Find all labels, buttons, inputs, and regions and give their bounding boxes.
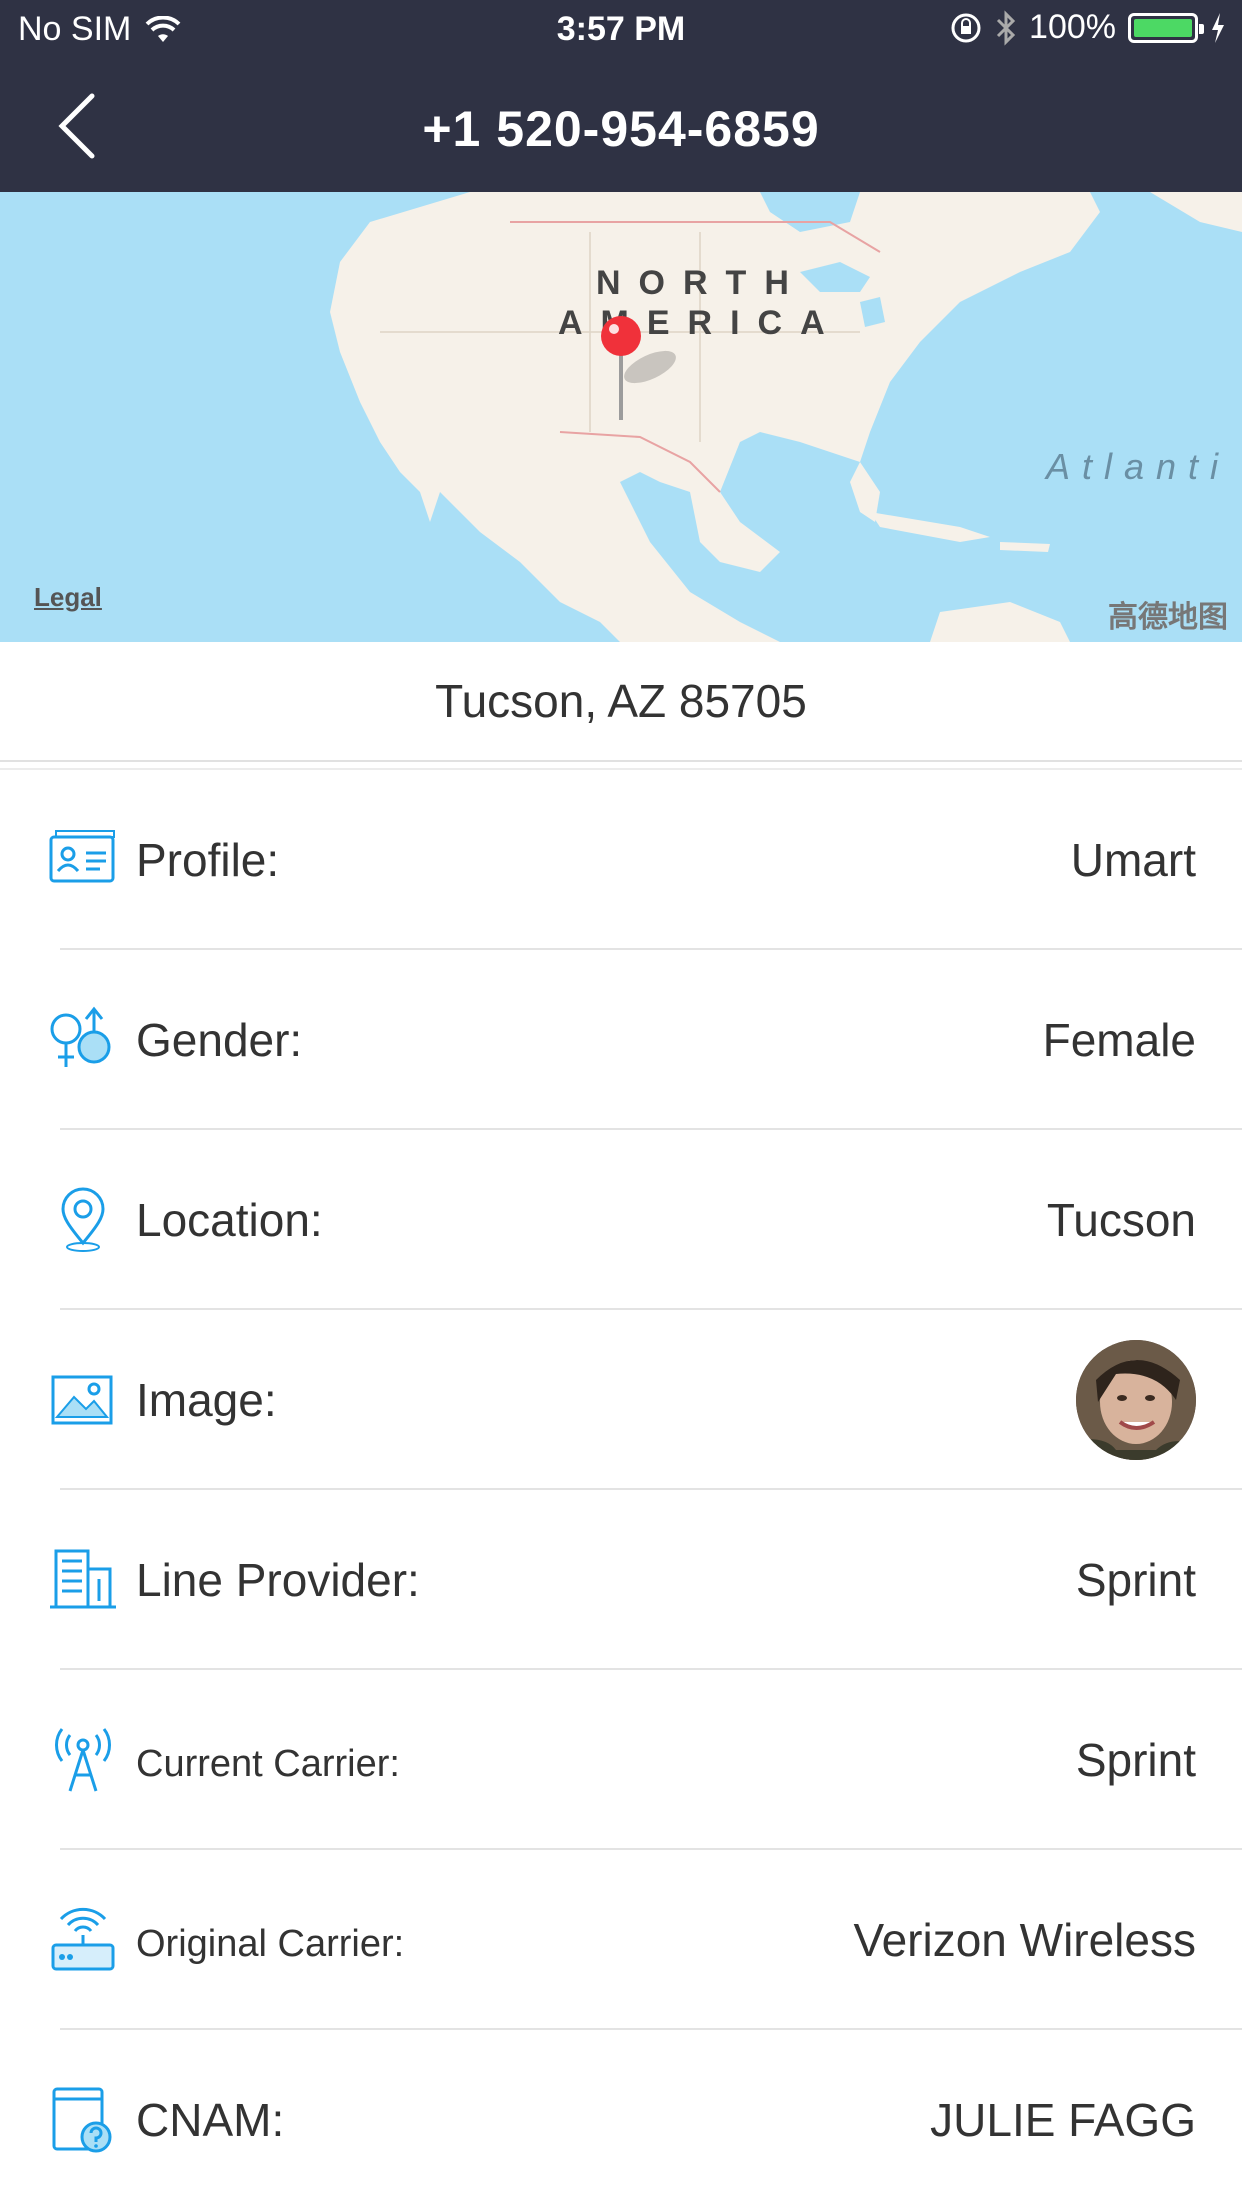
row-value: Sprint	[1075, 1554, 1196, 1606]
avatar-photo	[1076, 1340, 1196, 1460]
map-view[interactable]: NORTH AMERICA Atlanti Legal 高德地图	[0, 192, 1242, 642]
status-right: 100%	[949, 8, 1226, 47]
row-label: Line Provider:	[136, 1554, 420, 1606]
row-label: Location:	[136, 1194, 323, 1246]
row-value: JULIE FAGG	[930, 2094, 1196, 2146]
antenna-tower-icon	[55, 1728, 111, 1792]
row-label: Gender:	[136, 1014, 303, 1066]
info-list: Profile: Umart Gender: Female Location: …	[0, 770, 1242, 2208]
battery-percent: 100%	[1029, 8, 1116, 46]
caller-id-icon	[52, 2087, 112, 2153]
bluetooth-icon	[996, 9, 1016, 46]
row-location[interactable]: Location: Tucson	[0, 1130, 1242, 1310]
map-legal-link[interactable]: Legal	[34, 582, 102, 613]
map-provider-logo: 高德地图	[1108, 601, 1228, 634]
building-icon	[50, 1549, 116, 1609]
row-value: Verizon Wireless	[853, 1914, 1196, 1966]
row-cnam[interactable]: CNAM: JULIE FAGG	[0, 2030, 1242, 2208]
orientation-lock-icon	[951, 13, 981, 42]
nav-bar: +1 520-954-6859	[0, 60, 1242, 192]
map-label-continent-line1: NORTH	[596, 264, 807, 302]
gender-icon	[50, 1006, 111, 1067]
page-title: +1 520-954-6859	[422, 101, 820, 157]
row-value: Sprint	[1075, 1734, 1196, 1786]
row-label: Profile:	[136, 834, 280, 886]
row-current-carrier[interactable]: Current Carrier: Sprint	[0, 1670, 1242, 1850]
status-bar: No SIM 3:57 PM 100%	[0, 0, 1242, 60]
location-pin-icon	[61, 1187, 105, 1252]
profile-card-icon	[49, 830, 115, 883]
map-pin-icon[interactable]	[596, 312, 646, 422]
row-label: CNAM:	[136, 2094, 285, 2146]
row-line-provider[interactable]: Line Provider: Sprint	[0, 1490, 1242, 1670]
row-label: Image:	[136, 1374, 277, 1426]
row-gender[interactable]: Gender: Female	[0, 950, 1242, 1130]
image-icon	[51, 1375, 113, 1425]
router-icon	[51, 1907, 115, 1971]
charging-icon	[1212, 12, 1224, 43]
avatar[interactable]	[1076, 1340, 1196, 1460]
row-label: Original Carrier:	[136, 1923, 405, 1965]
row-value: Tucson	[1046, 1194, 1196, 1246]
address-text: Tucson, AZ 85705	[0, 642, 1242, 762]
row-label: Current Carrier:	[136, 1743, 400, 1785]
map-label-ocean: Atlanti	[1046, 446, 1231, 487]
row-value: Umart	[1070, 834, 1196, 886]
row-image[interactable]: Image:	[0, 1310, 1242, 1490]
battery-icon	[1128, 12, 1204, 43]
row-profile[interactable]: Profile: Umart	[0, 770, 1242, 950]
row-original-carrier[interactable]: Original Carrier: Verizon Wireless	[0, 1850, 1242, 2030]
row-value: Female	[1042, 1014, 1196, 1066]
